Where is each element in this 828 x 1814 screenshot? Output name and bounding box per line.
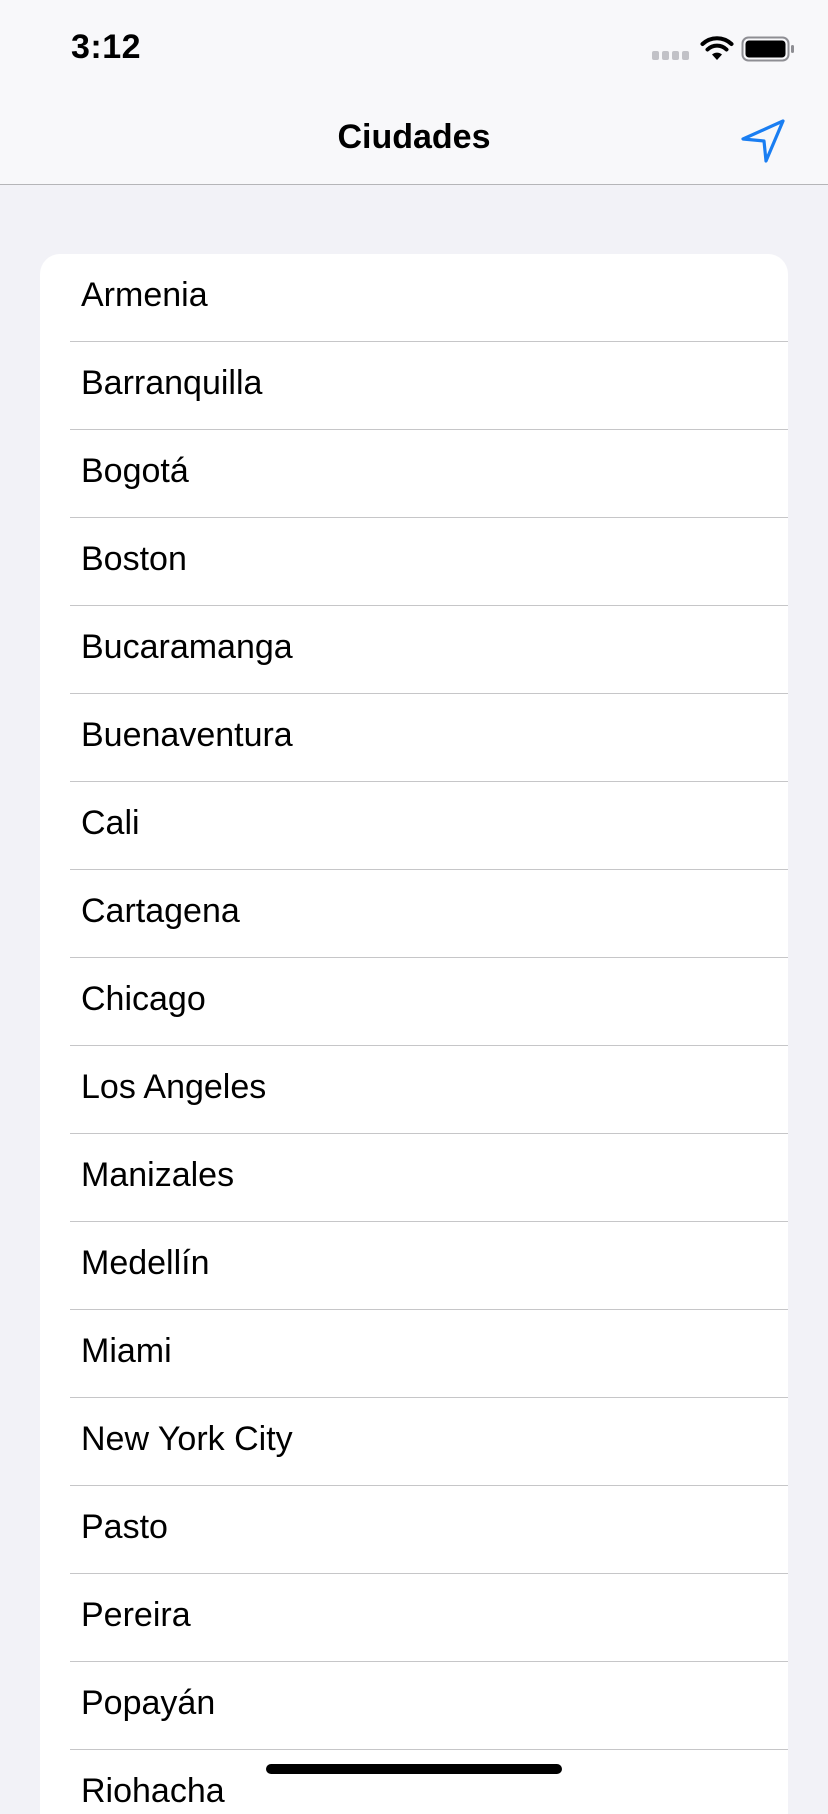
city-name: Armenia: [81, 276, 208, 314]
city-name: Pasto: [81, 1508, 168, 1546]
status-time: 3:12: [71, 28, 142, 66]
list-item[interactable]: Medellín: [40, 1222, 788, 1310]
city-name: Bogotá: [81, 452, 189, 490]
city-name: Buenaventura: [81, 716, 293, 754]
cellular-signal-icon: [652, 51, 692, 63]
wifi-icon: [700, 36, 734, 60]
list-item[interactable]: Miami: [40, 1310, 788, 1398]
navigation-bar: Ciudades: [0, 92, 828, 185]
list-item[interactable]: New York City: [40, 1398, 788, 1486]
location-arrow-icon: [741, 119, 785, 163]
battery-icon: [741, 36, 794, 62]
list-item[interactable]: Riohacha: [40, 1750, 788, 1814]
list-item[interactable]: Bucaramanga: [40, 606, 788, 694]
city-name: Pereira: [81, 1596, 191, 1634]
list-item[interactable]: Armenia: [40, 254, 788, 342]
location-button[interactable]: [740, 118, 786, 164]
page-title: Ciudades: [337, 118, 491, 156]
list-item[interactable]: Los Angeles: [40, 1046, 788, 1134]
city-name: Los Angeles: [81, 1068, 267, 1106]
city-name: Medellín: [81, 1244, 210, 1282]
list-item[interactable]: Boston: [40, 518, 788, 606]
city-name: Popayán: [81, 1684, 216, 1722]
list-item[interactable]: Buenaventura: [40, 694, 788, 782]
list-item[interactable]: Popayán: [40, 1662, 788, 1750]
city-name: Bucaramanga: [81, 628, 293, 666]
status-bar: 3:12: [0, 0, 828, 92]
list-item[interactable]: Cali: [40, 782, 788, 870]
list-item[interactable]: Manizales: [40, 1134, 788, 1222]
list-item[interactable]: Bogotá: [40, 430, 788, 518]
city-name: Manizales: [81, 1156, 235, 1194]
city-list: Armenia Barranquilla Bogotá Boston Bucaraman…: [40, 254, 788, 1814]
city-name: Barranquilla: [81, 364, 263, 402]
list-item[interactable]: Pasto: [40, 1486, 788, 1574]
list-item[interactable]: Barranquilla: [40, 342, 788, 430]
city-name: Cartagena: [81, 892, 240, 930]
list-item[interactable]: Chicago: [40, 958, 788, 1046]
home-indicator[interactable]: [266, 1764, 562, 1774]
list-item[interactable]: Pereira: [40, 1574, 788, 1662]
city-name: Chicago: [81, 980, 206, 1018]
city-name: New York City: [81, 1420, 293, 1458]
city-name: Miami: [81, 1332, 172, 1370]
list-item[interactable]: Cartagena: [40, 870, 788, 958]
city-name: Boston: [81, 540, 187, 578]
city-name: Cali: [81, 804, 140, 842]
